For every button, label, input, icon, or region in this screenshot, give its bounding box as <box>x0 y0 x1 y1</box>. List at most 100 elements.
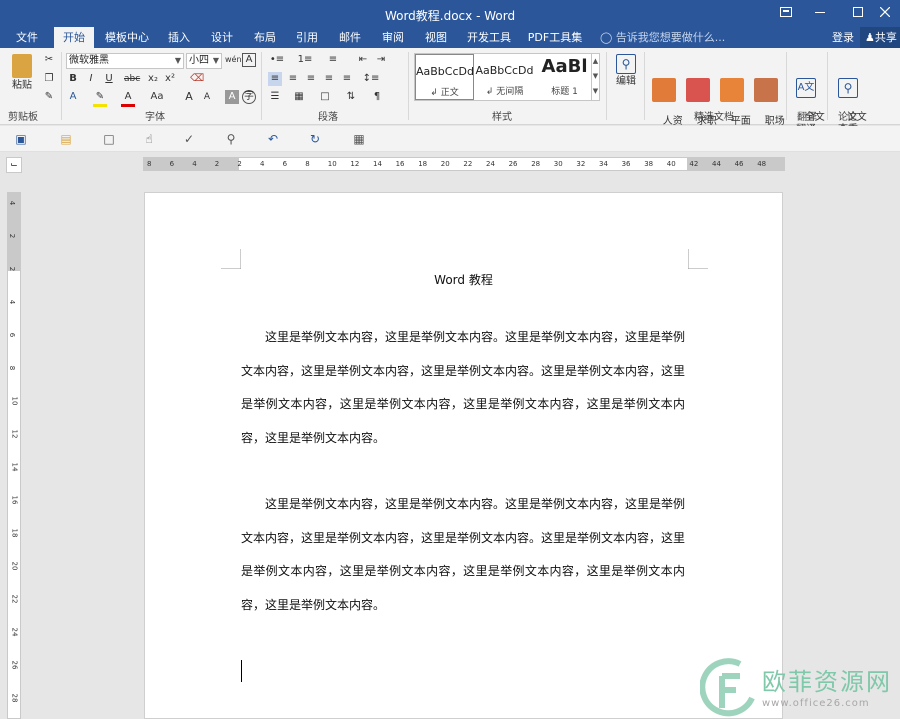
shading-icon[interactable]: ▦ <box>292 90 306 104</box>
styles-gallery: AaBbCcDd ↲ 正文 AaBbCcDd ↲ 无间隔 AaBl 标题 1 ▲… <box>414 53 600 101</box>
font-size-select[interactable]: 小四 ▼ <box>186 53 222 69</box>
tab-selector[interactable]: ⌙ <box>6 157 22 173</box>
ruler-tick-label: 4 <box>260 160 265 168</box>
tab-pdf-tools[interactable]: PDF工具集 <box>524 27 586 48</box>
undo-icon[interactable]: ↶ <box>264 130 282 148</box>
show-marks-icon[interactable]: ¶ <box>370 90 384 104</box>
style-no-spacing[interactable]: AaBbCcDd ↲ 无间隔 <box>475 54 534 100</box>
touch-mode-icon[interactable]: ☝ <box>140 130 158 148</box>
chevron-down-icon: ▼ <box>212 56 219 65</box>
multilevel-list-icon[interactable]: ≡ <box>324 53 342 67</box>
share-button[interactable]: ♟共享 <box>860 27 900 48</box>
ruler-tick-label: 2 <box>8 266 17 272</box>
new-document-icon[interactable]: □ <box>100 130 118 148</box>
copy-icon[interactable]: ❐ <box>42 72 56 86</box>
align-center-icon[interactable]: ≡ <box>286 72 300 86</box>
decrease-indent-icon[interactable]: ⇤ <box>356 53 370 67</box>
tab-home[interactable]: 开始 <box>54 27 94 48</box>
ruler-tick-label: 38 <box>644 160 654 168</box>
bullets-icon[interactable]: •≡ <box>268 53 286 67</box>
ruler-tick-label: 24 <box>10 627 19 637</box>
distributed-icon[interactable]: ≡ <box>340 72 354 86</box>
horizontal-ruler[interactable]: 8 6 4 2 2 4 6 8 10 12 14 16 18 20 22 24 26 28 30 32 34 36 38 40… <box>143 157 785 171</box>
tab-review[interactable]: 审阅 <box>374 27 412 48</box>
corner-mark <box>688 249 708 269</box>
hr-admin-icon <box>652 78 676 102</box>
subscript-button[interactable]: x₂ <box>146 72 160 86</box>
change-case-button[interactable]: Aa <box>148 90 166 104</box>
underline-button[interactable]: U <box>102 72 116 86</box>
editing-button[interactable]: ⚲ 编辑 <box>612 54 640 88</box>
resume-icon <box>686 78 710 102</box>
customize-qat-icon[interactable]: ▦ <box>350 130 368 148</box>
bold-button[interactable]: B <box>66 72 80 86</box>
numbering-icon[interactable]: 1≡ <box>296 53 314 67</box>
save-icon[interactable]: ▣ <box>12 130 30 148</box>
ruler-tick-label: 10 <box>10 396 19 406</box>
ruler-tick-label: 10 <box>327 160 337 168</box>
tell-me-search[interactable]: ◯ 告诉我您想要做什么... <box>600 27 725 48</box>
ruler-tick-label: 6 <box>8 332 17 338</box>
grow-font-button[interactable]: A <box>182 90 196 104</box>
paste-label: 粘贴 <box>12 80 32 91</box>
char-shading-icon[interactable]: A <box>225 90 239 104</box>
tab-layout[interactable]: 布局 <box>246 27 284 48</box>
paste-button[interactable]: 粘贴 <box>6 54 38 92</box>
style-normal[interactable]: AaBbCcDd ↲ 正文 <box>415 54 474 100</box>
chinese-layout-icon[interactable]: ☰ <box>268 90 282 104</box>
style-heading-1[interactable]: AaBl 标题 1 <box>535 54 594 100</box>
font-size-value: 小四 <box>189 55 209 66</box>
ruler-tick-label: 22 <box>10 594 19 604</box>
sort-icon[interactable]: ⇅ <box>344 90 358 104</box>
borders-icon[interactable]: □ <box>318 90 332 104</box>
separator <box>61 52 62 120</box>
tab-insert[interactable]: 插入 <box>160 27 198 48</box>
justify-icon[interactable]: ≡ <box>322 72 336 86</box>
ruler-tick-label: 48 <box>757 160 767 168</box>
ruler-tick-label: 16 <box>10 495 19 505</box>
phonetic-guide-icon[interactable]: wén <box>225 53 242 67</box>
ruler-tick-label: 40 <box>666 160 676 168</box>
shrink-font-button[interactable]: A <box>200 90 214 104</box>
tab-design[interactable]: 设计 <box>203 27 241 48</box>
document-title: Word 教程 <box>434 273 493 287</box>
document-page[interactable]: Word 教程 这里是举例文本内容，这里是举例文本内容。这里是举例文本内容，这里… <box>144 192 783 719</box>
tab-view[interactable]: 视图 <box>417 27 455 48</box>
tab-template-center[interactable]: 模板中心 <box>100 27 154 48</box>
ruler-tick-label: 12 <box>10 429 19 439</box>
align-left-icon[interactable]: ≡ <box>268 72 282 86</box>
strikethrough-button[interactable]: abc <box>124 72 140 86</box>
format-painter-icon[interactable]: ✎ <box>42 90 56 104</box>
text-effects-icon[interactable]: A <box>66 90 80 104</box>
tab-mailings[interactable]: 邮件 <box>331 27 369 48</box>
tab-file[interactable]: 文件 <box>8 27 46 48</box>
tab-developer[interactable]: 开发工具 <box>462 27 516 48</box>
line-spacing-icon[interactable]: ↕≡ <box>362 72 380 86</box>
italic-button[interactable]: I <box>84 72 98 86</box>
quick-access-toolbar: ▣ ▤ □ ☝ ✓ ⚲ ↶ ↻ ▦ <box>0 126 900 152</box>
tab-references[interactable]: 引用 <box>288 27 326 48</box>
clear-format-icon[interactable]: ⌫ <box>190 72 204 86</box>
align-right-icon[interactable]: ≡ <box>304 72 318 86</box>
font-color-button[interactable]: A <box>121 90 135 107</box>
paper-group-label: 论文 <box>838 112 858 123</box>
watermark-text: 欧菲资源网 <box>762 668 892 696</box>
style-name: 标题 1 <box>551 87 578 97</box>
print-preview-icon[interactable]: ⚲ <box>222 130 240 148</box>
vertical-ruler[interactable]: 4 2 2 4 6 8 10 12 14 16 18 20 22 24 26 28 <box>7 192 21 719</box>
redo-icon[interactable]: ↻ <box>306 130 324 148</box>
close-icon[interactable] <box>870 0 900 27</box>
enclose-char-icon[interactable]: 字 <box>242 90 256 104</box>
login-link[interactable]: 登录 <box>832 27 854 48</box>
styles-scroll[interactable]: ▲ ▼ ▼ <box>591 54 599 100</box>
char-border-icon[interactable]: A <box>242 53 256 67</box>
increase-indent-icon[interactable]: ⇥ <box>374 53 388 67</box>
superscript-button[interactable]: x² <box>163 72 177 86</box>
ruler-tick-label: 2 <box>237 160 242 168</box>
minimize-icon[interactable] <box>800 0 840 27</box>
cut-icon[interactable]: ✂ <box>42 53 56 67</box>
open-folder-icon[interactable]: ▤ <box>57 130 75 148</box>
highlight-icon[interactable]: ✎ <box>93 90 107 107</box>
spelling-icon[interactable]: ✓ <box>180 130 198 148</box>
font-name-select[interactable]: 微软雅黑 ▼ <box>66 53 184 69</box>
